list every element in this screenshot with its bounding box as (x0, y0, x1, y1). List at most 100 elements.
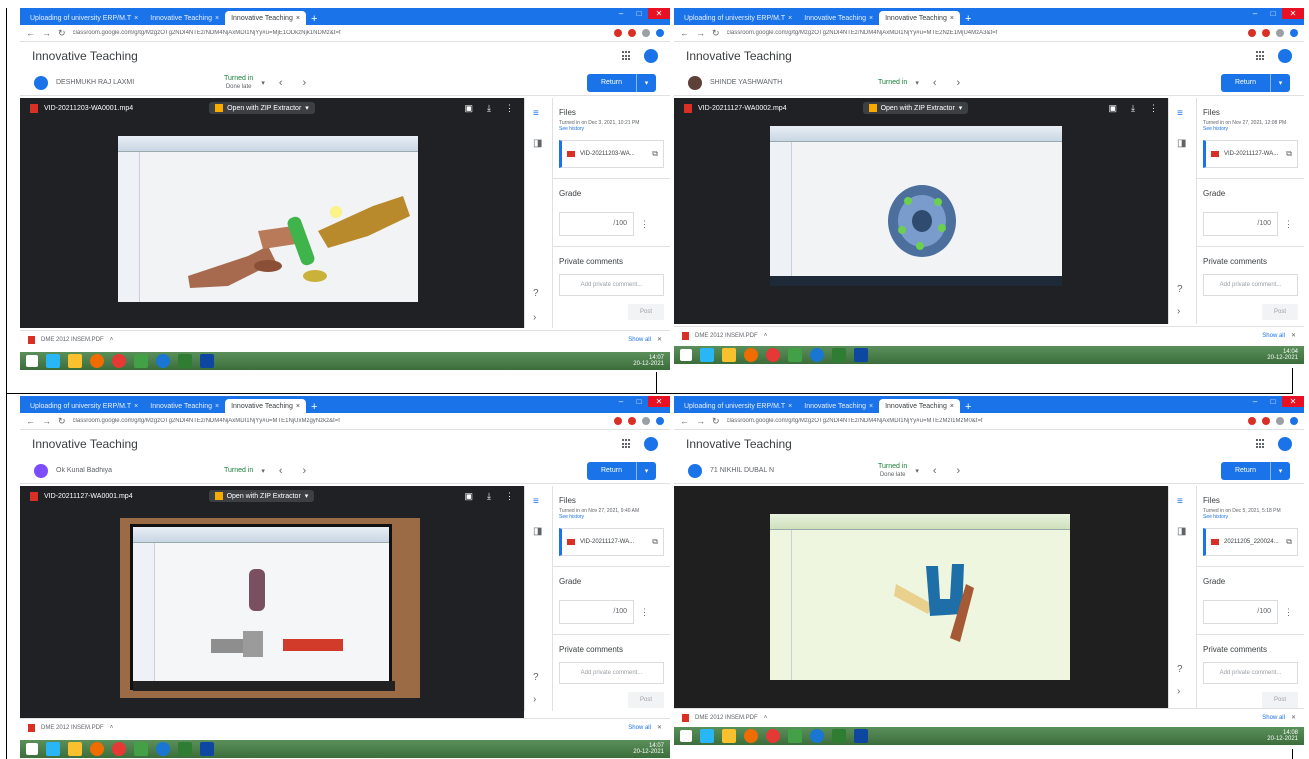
app-icon[interactable] (156, 742, 170, 756)
more-icon[interactable]: ⋮ (1284, 219, 1293, 230)
private-comment-input[interactable]: Add private comment... (559, 662, 664, 684)
app-icon[interactable] (156, 354, 170, 368)
profile-icon[interactable] (656, 417, 664, 425)
browser-tab[interactable]: Uploading of university ERP/M.T × (24, 399, 144, 413)
app-icon[interactable] (788, 348, 802, 362)
forward-icon[interactable]: → (696, 28, 705, 38)
show-all-button[interactable]: Show all (1262, 333, 1285, 339)
app-icon[interactable] (134, 742, 148, 756)
minimize-icon[interactable]: – (1246, 396, 1264, 407)
previous-student-icon[interactable]: ‹ (927, 77, 943, 89)
browser-tab[interactable]: Uploading of university ERP/M.T × (678, 11, 798, 25)
see-history-link[interactable]: See history (559, 514, 664, 520)
chevron-up-icon[interactable]: ˄ (764, 715, 768, 721)
attachment-item[interactable]: VID-20211203-WA... ⧉ (559, 140, 664, 168)
close-window-icon[interactable]: ✕ (1282, 8, 1304, 19)
download-filename[interactable]: DME 2012 INSEM.PDF (41, 337, 104, 343)
chevron-right-icon[interactable]: › (533, 312, 536, 323)
windows-start-icon[interactable] (680, 730, 692, 742)
return-button[interactable]: Return ▾ (1220, 73, 1290, 92)
files-tab-icon[interactable]: ≡ (533, 496, 539, 507)
more-icon[interactable]: ⋮ (640, 607, 649, 618)
show-all-button[interactable]: Show all (1262, 715, 1285, 721)
reload-icon[interactable]: ↻ (712, 416, 720, 427)
profile-icon[interactable] (1290, 417, 1298, 425)
help-icon[interactable]: ? (533, 288, 539, 299)
profile-icon[interactable] (1290, 29, 1298, 37)
grade-input[interactable]: /100 (1203, 600, 1278, 624)
browser-tab[interactable]: Innovative Teaching × (144, 11, 225, 25)
comment-icon[interactable]: ▣ (465, 491, 474, 502)
back-icon[interactable]: ← (26, 28, 35, 38)
close-icon[interactable]: × (296, 403, 300, 410)
reload-icon[interactable]: ↻ (58, 416, 66, 427)
chrome-icon[interactable] (112, 742, 126, 756)
excel-icon[interactable] (178, 354, 192, 368)
browser-tab-active[interactable]: Innovative Teaching × (879, 399, 960, 413)
close-icon[interactable]: × (296, 15, 300, 22)
see-history-link[interactable]: See history (1203, 126, 1298, 132)
help-icon[interactable]: ? (533, 672, 539, 683)
comment-icon[interactable]: ▣ (1109, 103, 1118, 114)
open-with-button[interactable]: Open with ZIP Extractor ▾ (862, 102, 969, 114)
open-external-icon[interactable]: ⧉ (652, 149, 658, 159)
extension-icon[interactable] (642, 29, 650, 37)
url-field[interactable]: classroom.google.com/g/tg/MzgzOTg2NDI4NT… (73, 418, 607, 424)
close-icon[interactable]: × (134, 403, 138, 410)
rubric-tab-icon[interactable]: ◨ (1177, 526, 1186, 537)
close-icon[interactable]: × (788, 15, 792, 22)
back-icon[interactable]: ← (680, 416, 689, 426)
close-icon[interactable]: × (869, 15, 873, 22)
account-avatar[interactable] (644, 437, 658, 451)
forward-icon[interactable]: → (696, 416, 705, 426)
student-name[interactable]: Ok Kunal Badhiya (56, 467, 216, 474)
ie-icon[interactable] (700, 729, 714, 743)
maximize-icon[interactable]: □ (630, 8, 648, 19)
windows-start-icon[interactable] (26, 743, 38, 755)
windows-start-icon[interactable] (26, 355, 38, 367)
chrome-icon[interactable] (112, 354, 126, 368)
excel-icon[interactable] (832, 729, 846, 743)
student-name[interactable]: DESHMUKH RAJ LAXMI (56, 79, 216, 86)
chevron-down-icon[interactable]: ▾ (261, 467, 265, 475)
extension-icon[interactable] (628, 29, 636, 37)
close-icon[interactable]: ✕ (657, 724, 662, 731)
download-filename[interactable]: DME 2012 INSEM.PDF (41, 725, 104, 731)
grade-input[interactable]: /100 (1203, 212, 1278, 236)
post-button[interactable]: Post (628, 304, 664, 320)
more-icon[interactable]: ⋮ (505, 491, 514, 502)
post-button[interactable]: Post (1262, 304, 1298, 320)
show-all-button[interactable]: Show all (628, 725, 651, 731)
rubric-tab-icon[interactable]: ◨ (533, 526, 542, 537)
account-avatar[interactable] (1278, 437, 1292, 451)
new-tab-icon[interactable]: + (960, 13, 976, 25)
word-icon[interactable] (200, 354, 214, 368)
reload-icon[interactable]: ↻ (712, 28, 720, 39)
browser-tab[interactable]: Innovative Teaching × (144, 399, 225, 413)
private-comment-input[interactable]: Add private comment... (1203, 274, 1298, 296)
return-button[interactable]: Return ▾ (586, 461, 656, 480)
folder-icon[interactable] (722, 348, 736, 362)
app-icon[interactable] (788, 729, 802, 743)
close-icon[interactable]: × (215, 15, 219, 22)
show-all-button[interactable]: Show all (628, 337, 651, 343)
maximize-icon[interactable]: □ (1264, 8, 1282, 19)
excel-icon[interactable] (178, 742, 192, 756)
private-comment-input[interactable]: Add private comment... (1203, 662, 1298, 684)
chevron-down-icon[interactable]: ▾ (915, 467, 919, 475)
word-icon[interactable] (854, 348, 868, 362)
close-icon[interactable]: × (869, 403, 873, 410)
files-tab-icon[interactable]: ≡ (1177, 108, 1183, 119)
extension-icon[interactable] (1248, 29, 1256, 37)
post-button[interactable]: Post (1262, 692, 1298, 708)
back-icon[interactable]: ← (26, 416, 35, 426)
extension-icon[interactable] (1248, 417, 1256, 425)
next-student-icon[interactable]: › (297, 465, 313, 477)
word-icon[interactable] (200, 742, 214, 756)
url-field[interactable]: classroom.google.com/g/tg/MzgzOTg2NDI4NT… (73, 30, 607, 36)
attachment-item[interactable]: VID-20211127-WA... ⧉ (559, 528, 664, 556)
return-button-label[interactable]: Return (586, 73, 636, 92)
close-icon[interactable]: × (215, 403, 219, 410)
private-comment-input[interactable]: Add private comment... (559, 274, 664, 296)
open-external-icon[interactable]: ⧉ (652, 537, 658, 547)
